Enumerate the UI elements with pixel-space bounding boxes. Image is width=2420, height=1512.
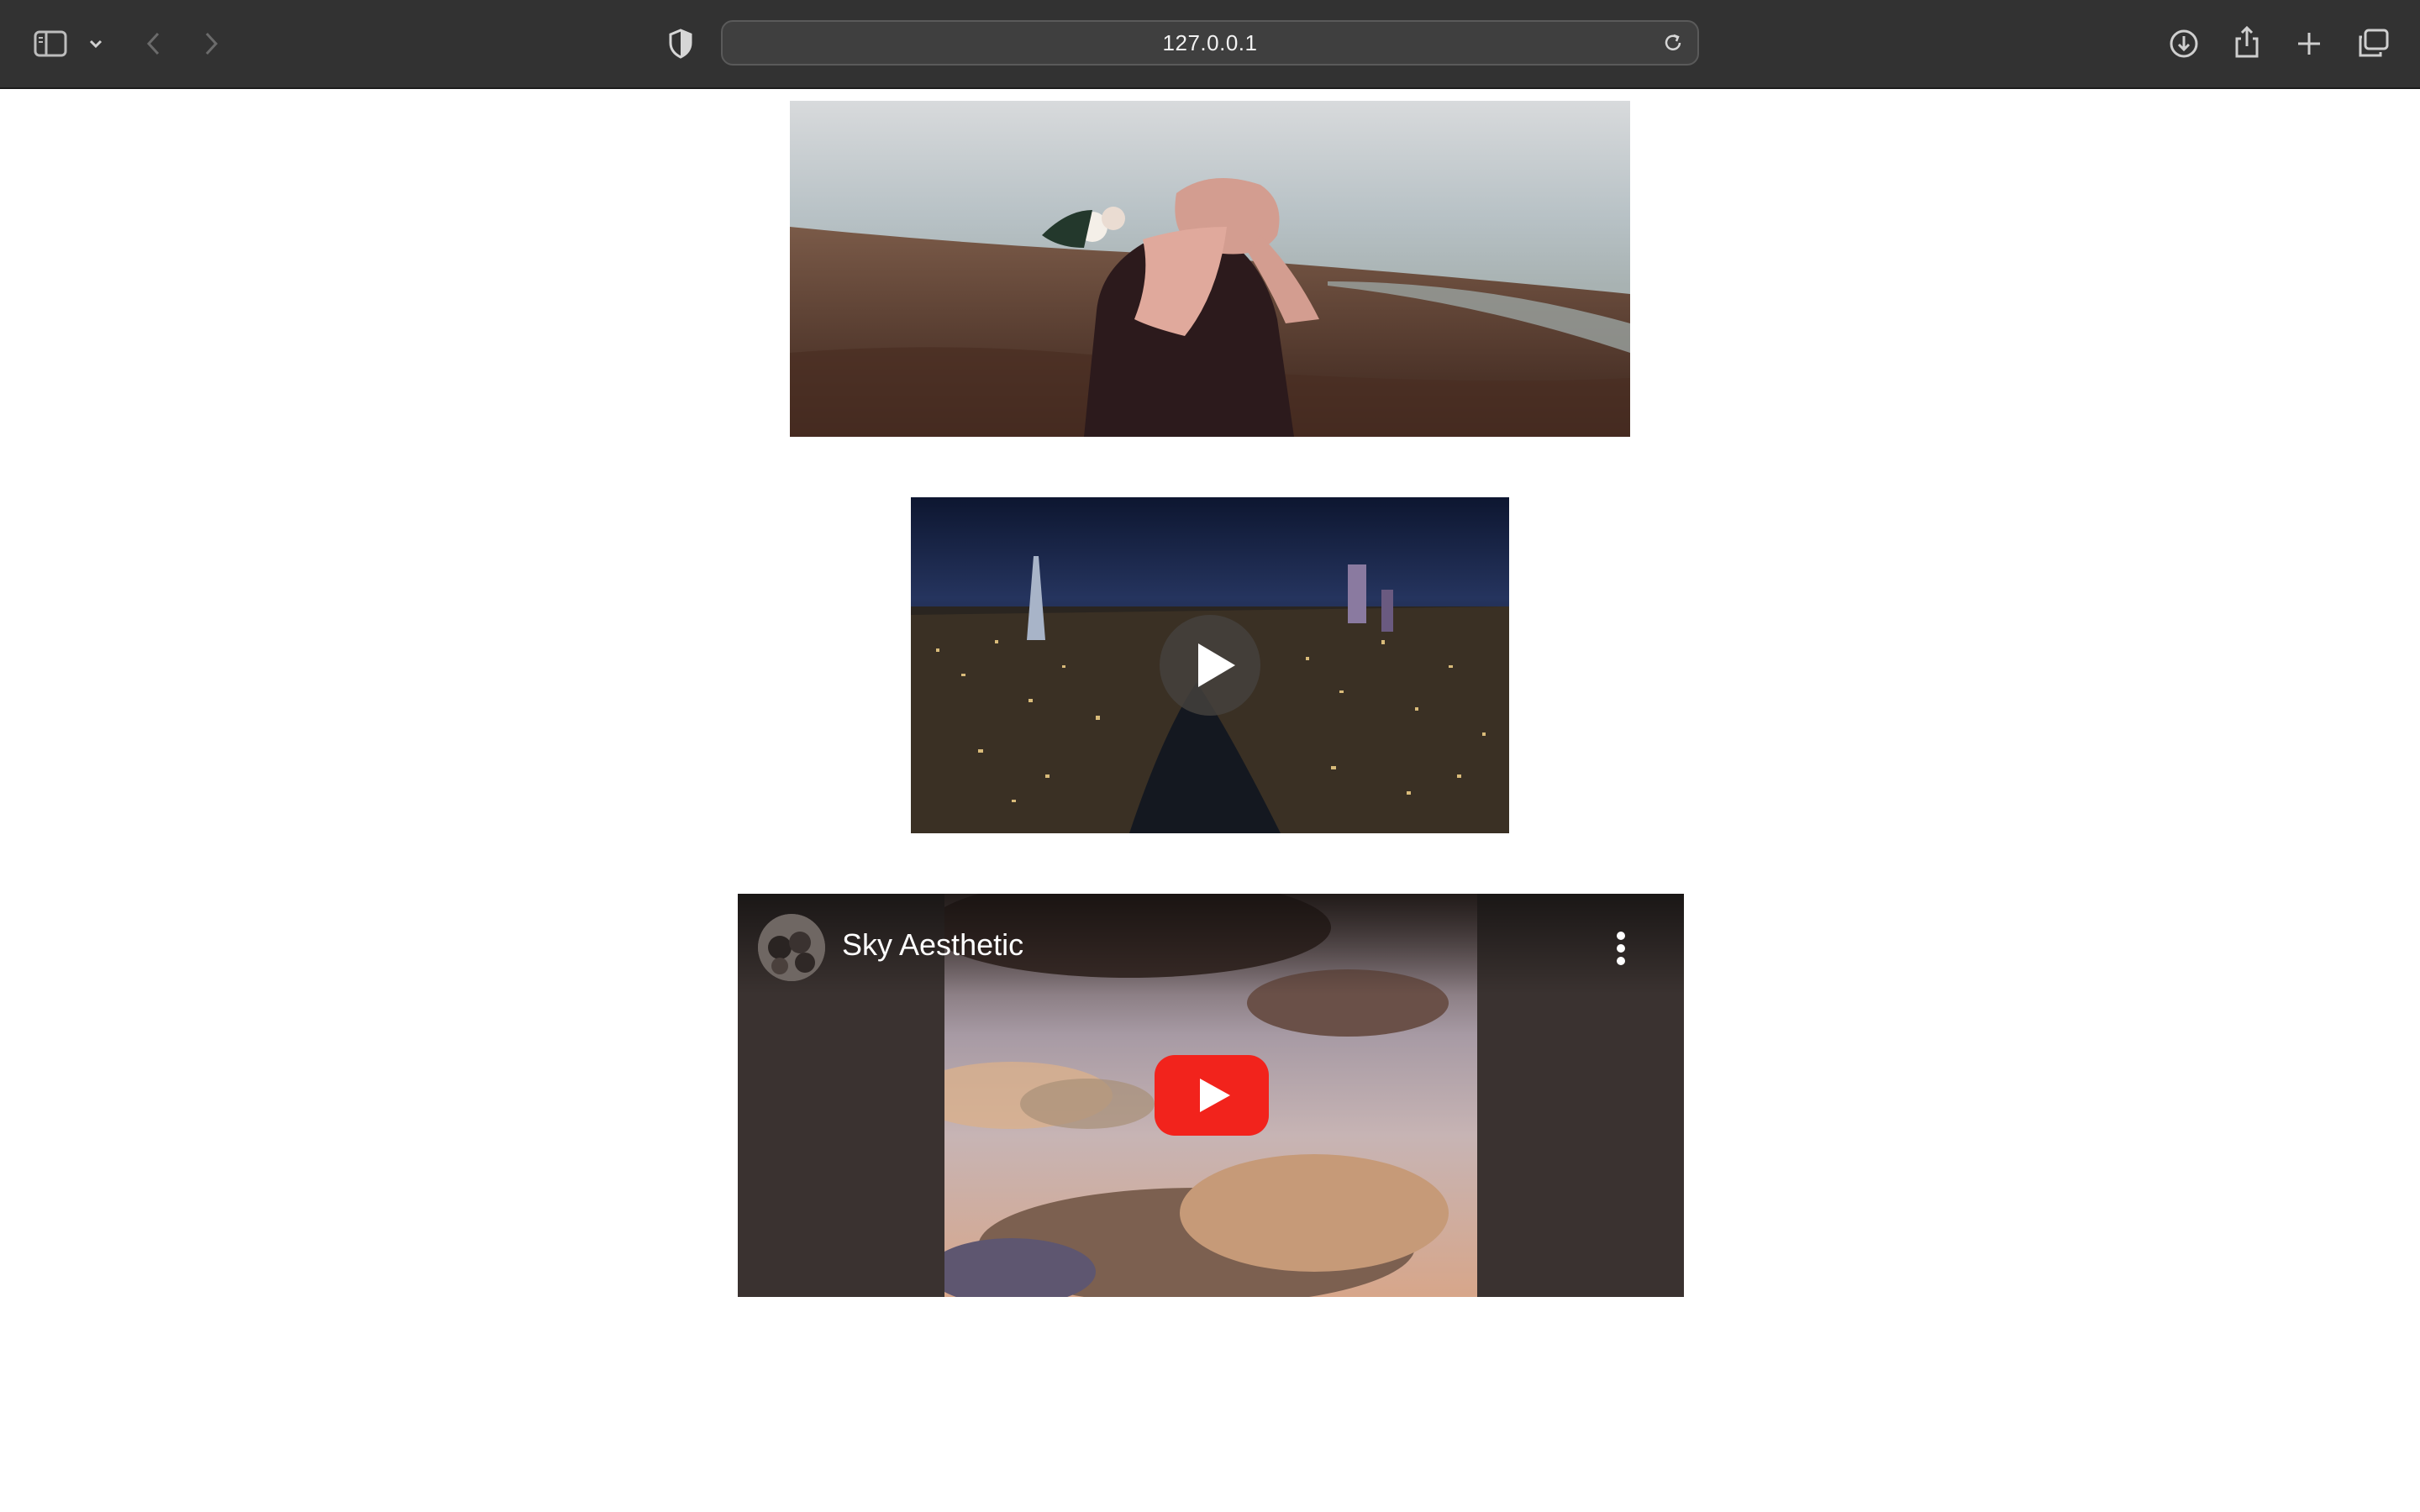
sidebar-icon[interactable] xyxy=(32,25,69,62)
more-vertical-icon[interactable] xyxy=(1608,927,1634,969)
chevron-down-icon[interactable] xyxy=(84,32,108,55)
play-button[interactable] xyxy=(1160,615,1260,716)
shield-icon[interactable] xyxy=(664,25,697,62)
hero-image xyxy=(790,101,1630,437)
tab-overview-icon[interactable] xyxy=(2354,25,2391,62)
address-bar[interactable]: 127.0.0.1 xyxy=(721,20,1699,66)
youtube-play-icon xyxy=(1155,1055,1269,1136)
download-icon[interactable] xyxy=(2166,25,2202,62)
photo-woman-hijab-field xyxy=(790,101,1630,437)
back-arrow-icon[interactable] xyxy=(139,25,166,62)
city-video[interactable] xyxy=(911,497,1509,833)
play-icon xyxy=(1198,643,1235,687)
youtube-play-button[interactable] xyxy=(1155,1055,1269,1136)
url-text: 127.0.0.1 xyxy=(1162,29,1258,55)
reload-icon[interactable] xyxy=(1660,30,1686,55)
youtube-embed[interactable]: Sky Aesthetic xyxy=(738,894,1684,1297)
share-icon[interactable] xyxy=(2230,22,2264,62)
plus-icon[interactable] xyxy=(2292,25,2326,62)
channel-avatar[interactable] xyxy=(758,914,825,981)
browser-toolbar: 127.0.0.1 xyxy=(0,0,2420,89)
forward-arrow-icon[interactable] xyxy=(198,25,225,62)
video-title[interactable]: Sky Aesthetic xyxy=(842,927,1023,963)
